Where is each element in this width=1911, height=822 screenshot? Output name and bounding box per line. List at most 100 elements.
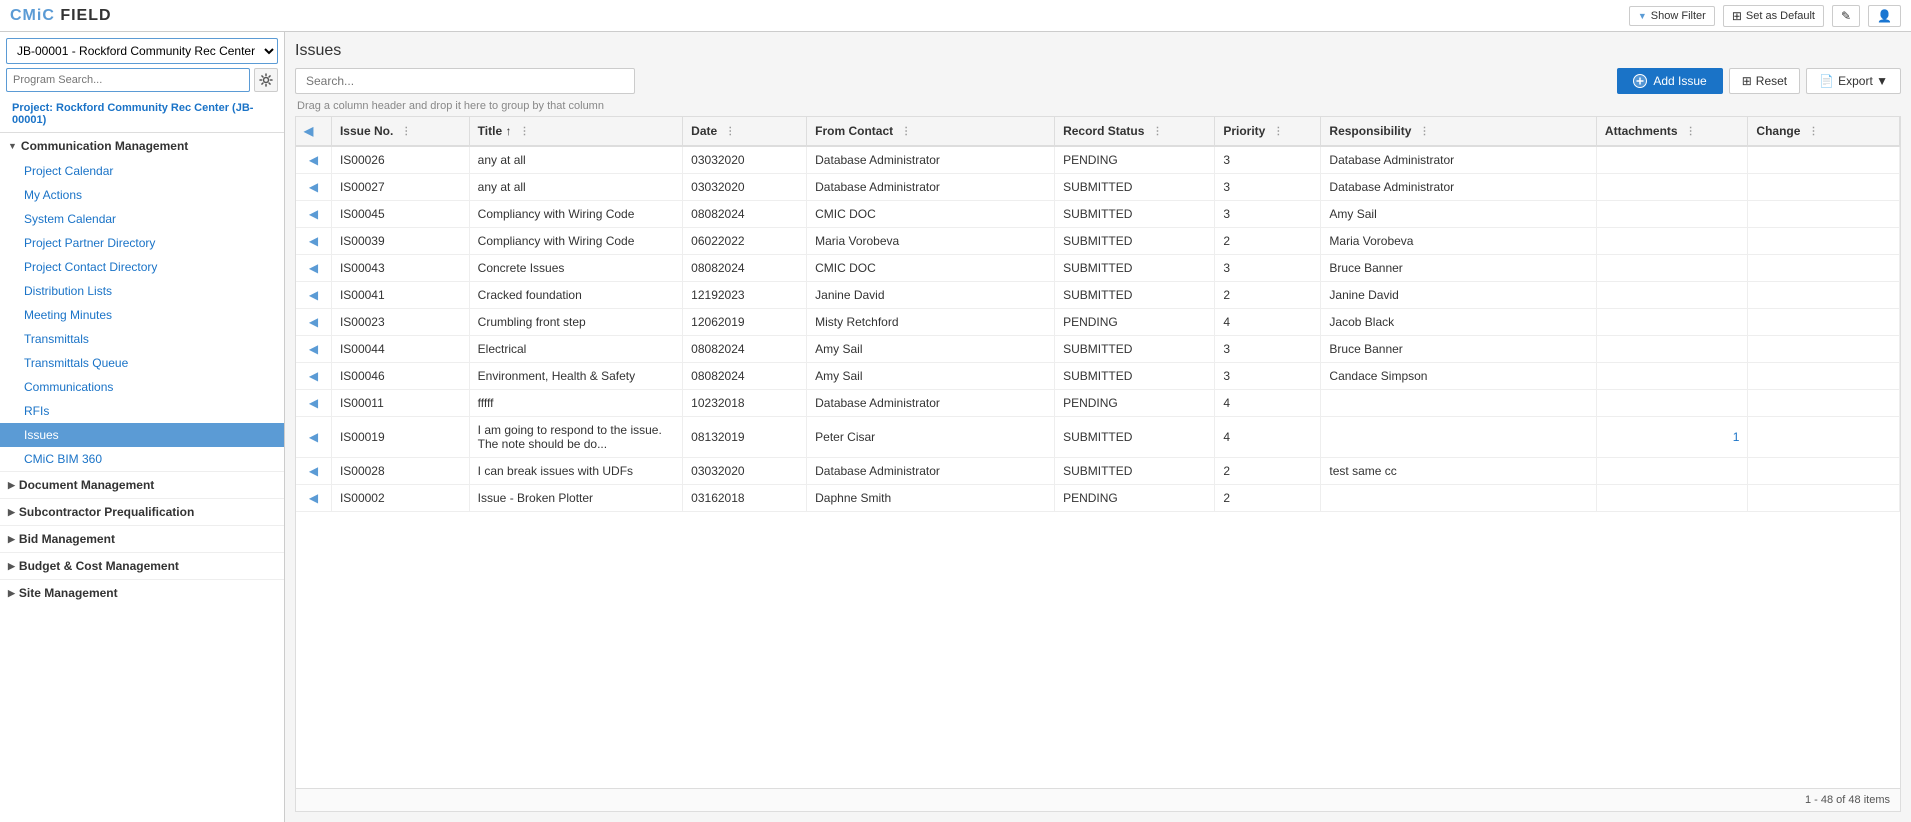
col-menu-change[interactable]: ⋮ xyxy=(1808,126,1818,137)
cell-responsibility xyxy=(1321,390,1596,417)
cell-record-status: SUBMITTED xyxy=(1055,201,1215,228)
project-select[interactable]: JB-00001 - Rockford Community Rec Center xyxy=(6,38,278,64)
col-menu-responsibility[interactable]: ⋮ xyxy=(1419,126,1429,137)
add-issue-button[interactable]: Add Issue xyxy=(1617,68,1722,94)
cell-from-contact: Database Administrator xyxy=(807,458,1055,485)
row-expand-btn[interactable]: ◀ xyxy=(296,174,331,201)
col-menu-issue-no[interactable]: ⋮ xyxy=(401,126,411,137)
cell-attachments xyxy=(1596,146,1748,174)
sidebar-section-bid-management[interactable]: ▶ Bid Management xyxy=(0,525,284,552)
cell-date: 08082024 xyxy=(683,363,807,390)
row-expand-btn[interactable]: ◀ xyxy=(296,485,331,512)
col-header-date[interactable]: Date ⋮ xyxy=(683,117,807,146)
col-menu-date[interactable]: ⋮ xyxy=(725,126,735,137)
cell-responsibility xyxy=(1321,485,1596,512)
sidebar-nav: ▼ Communication Management Project Calen… xyxy=(0,133,284,822)
cell-attachments xyxy=(1596,228,1748,255)
sidebar-item-transmittals-queue[interactable]: Transmittals Queue xyxy=(0,351,284,375)
sidebar-item-my-actions[interactable]: My Actions xyxy=(0,183,284,207)
sidebar-section-document-management[interactable]: ▶ Document Management xyxy=(0,471,284,498)
user-icon-button[interactable] xyxy=(1868,5,1901,27)
table-row: ◀ IS00002 Issue - Broken Plotter 0316201… xyxy=(296,485,1900,512)
collapse-all-btn[interactable]: ◀ xyxy=(304,124,313,138)
col-menu-from-contact[interactable]: ⋮ xyxy=(901,126,911,137)
row-expand-btn[interactable]: ◀ xyxy=(296,228,331,255)
table-scroll[interactable]: ◀ Issue No. ⋮ Title ↑ ⋮ Date ⋮ xyxy=(296,117,1900,788)
cell-attachments xyxy=(1596,201,1748,228)
row-expand-btn[interactable]: ◀ xyxy=(296,255,331,282)
col-header-title[interactable]: Title ↑ ⋮ xyxy=(469,117,683,146)
cell-responsibility: Candace Simpson xyxy=(1321,363,1596,390)
row-expand-btn[interactable]: ◀ xyxy=(296,417,331,458)
col-menu-record-status[interactable]: ⋮ xyxy=(1152,126,1162,137)
sidebar-item-communications[interactable]: Communications xyxy=(0,375,284,399)
cell-change xyxy=(1748,146,1900,174)
search-input[interactable] xyxy=(295,68,635,94)
col-header-priority[interactable]: Priority ⋮ xyxy=(1215,117,1321,146)
export-button[interactable]: 📄 Export ▼ xyxy=(1806,68,1901,94)
table-header-row: ◀ Issue No. ⋮ Title ↑ ⋮ Date ⋮ xyxy=(296,117,1900,146)
row-expand-btn[interactable]: ◀ xyxy=(296,309,331,336)
col-header-issue-no[interactable]: Issue No. ⋮ xyxy=(331,117,469,146)
cell-title: I can break issues with UDFs xyxy=(469,458,683,485)
section-arrow-right-bid: ▶ xyxy=(8,534,15,545)
sidebar-item-issues[interactable]: Issues xyxy=(0,423,284,447)
reset-button[interactable]: ⊞ Reset xyxy=(1729,68,1800,94)
table-row: ◀ IS00028 I can break issues with UDFs 0… xyxy=(296,458,1900,485)
cell-attachments: 1 xyxy=(1596,417,1748,458)
section-label-document: Document Management xyxy=(19,478,154,492)
cell-responsibility: Database Administrator xyxy=(1321,146,1596,174)
toolbar: Add Issue ⊞ Reset 📄 Export ▼ xyxy=(295,68,1901,94)
row-expand-btn[interactable]: ◀ xyxy=(296,363,331,390)
cell-responsibility: Amy Sail xyxy=(1321,201,1596,228)
cell-from-contact: CMIC DOC xyxy=(807,201,1055,228)
col-menu-title[interactable]: ⋮ xyxy=(519,126,529,137)
cell-priority: 2 xyxy=(1215,485,1321,512)
row-expand-btn[interactable]: ◀ xyxy=(296,201,331,228)
sidebar-section-subcontractor[interactable]: ▶ Subcontractor Prequalification xyxy=(0,498,284,525)
row-expand-btn[interactable]: ◀ xyxy=(296,282,331,309)
sidebar-section-site-management[interactable]: ▶ Site Management xyxy=(0,579,284,606)
cell-issue-no: IS00028 xyxy=(331,458,469,485)
cell-record-status: SUBMITTED xyxy=(1055,228,1215,255)
sidebar-section-budget-cost[interactable]: ▶ Budget & Cost Management xyxy=(0,552,284,579)
sidebar-item-meeting-minutes[interactable]: Meeting Minutes xyxy=(0,303,284,327)
sidebar-item-cmic-bim-360[interactable]: CMiC BIM 360 xyxy=(0,447,284,471)
sidebar-item-rfis[interactable]: RFIs xyxy=(0,399,284,423)
issues-table-container: ◀ Issue No. ⋮ Title ↑ ⋮ Date ⋮ xyxy=(295,116,1901,812)
row-expand-btn[interactable]: ◀ xyxy=(296,146,331,174)
sidebar-section-communication-management[interactable]: ▼ Communication Management xyxy=(0,133,284,159)
set-as-default-button[interactable]: Set as Default xyxy=(1723,5,1824,27)
cell-record-status: SUBMITTED xyxy=(1055,174,1215,201)
row-expand-btn[interactable]: ◀ xyxy=(296,458,331,485)
sidebar-item-system-calendar[interactable]: System Calendar xyxy=(0,207,284,231)
col-menu-priority[interactable]: ⋮ xyxy=(1273,126,1283,137)
edit-icon-button[interactable] xyxy=(1832,5,1860,27)
sidebar-item-distribution-lists[interactable]: Distribution Lists xyxy=(0,279,284,303)
cell-title: Electrical xyxy=(469,336,683,363)
cell-title: I am going to respond to the issue. The … xyxy=(469,417,683,458)
sidebar-item-project-partner-directory[interactable]: Project Partner Directory xyxy=(0,231,284,255)
program-search-input[interactable] xyxy=(6,68,250,92)
col-header-change[interactable]: Change ⋮ xyxy=(1748,117,1900,146)
col-header-collapse: ◀ xyxy=(296,117,331,146)
col-header-from-contact[interactable]: From Contact ⋮ xyxy=(807,117,1055,146)
sidebar-gear-button[interactable] xyxy=(254,68,278,92)
row-expand-btn[interactable]: ◀ xyxy=(296,336,331,363)
cell-record-status: SUBMITTED xyxy=(1055,282,1215,309)
project-link[interactable]: Project: Rockford Community Rec Center (… xyxy=(6,98,278,132)
sidebar-item-project-contact-directory[interactable]: Project Contact Directory xyxy=(0,255,284,279)
col-menu-attachments[interactable]: ⋮ xyxy=(1686,126,1696,137)
show-filter-button[interactable]: Show Filter xyxy=(1629,6,1715,26)
col-header-record-status[interactable]: Record Status ⋮ xyxy=(1055,117,1215,146)
table-row: ◀ IS00023 Crumbling front step 12062019 … xyxy=(296,309,1900,336)
grid-icon xyxy=(1732,9,1742,23)
cell-from-contact: Amy Sail xyxy=(807,336,1055,363)
col-header-responsibility[interactable]: Responsibility ⋮ xyxy=(1321,117,1596,146)
sidebar-item-project-calendar[interactable]: Project Calendar xyxy=(0,159,284,183)
sidebar-item-transmittals[interactable]: Transmittals xyxy=(0,327,284,351)
cell-date: 12062019 xyxy=(683,309,807,336)
cell-responsibility xyxy=(1321,417,1596,458)
row-expand-btn[interactable]: ◀ xyxy=(296,390,331,417)
col-header-attachments[interactable]: Attachments ⋮ xyxy=(1596,117,1748,146)
